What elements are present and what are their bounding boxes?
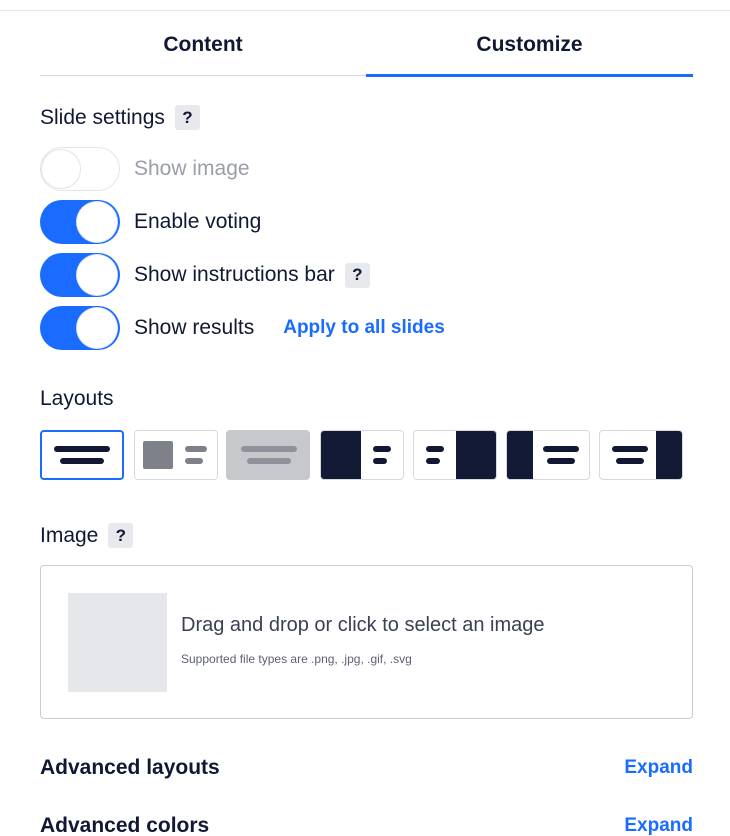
layout-line-icon: [373, 446, 391, 452]
tab-bar: Content Customize: [40, 14, 693, 78]
layout-line-icon: [54, 446, 110, 452]
show-image-toggle[interactable]: [40, 147, 120, 191]
enable-voting-label: Enable voting: [134, 210, 262, 233]
tab-customize[interactable]: Customize: [366, 14, 693, 76]
advanced-colors-label: Advanced colors: [40, 814, 210, 836]
layouts-heading: Layouts: [40, 387, 114, 411]
slide-settings-title: Slide settings: [40, 105, 165, 129]
show-results-row: Show results Apply to all slides: [40, 306, 445, 350]
layout-image-icon: [507, 431, 533, 479]
layout-line-icon: [616, 458, 644, 464]
show-image-row: Show image: [40, 147, 250, 191]
layout-text-only[interactable]: [40, 430, 124, 480]
layout-line-icon: [547, 458, 575, 464]
toggle-knob: [41, 149, 81, 189]
advanced-colors-expand-link[interactable]: Expand: [624, 815, 693, 836]
tab-content[interactable]: Content: [40, 14, 366, 76]
enable-voting-row: Enable voting: [40, 200, 262, 244]
apply-to-all-slides-link[interactable]: Apply to all slides: [283, 317, 445, 339]
layout-line-icon: [241, 446, 297, 452]
advanced-layouts-expand-link[interactable]: Expand: [624, 757, 693, 779]
layout-line-icon: [247, 458, 291, 464]
layout-image-left-small[interactable]: [134, 430, 218, 480]
show-instructions-bar-row: Show instructions bar ?: [40, 253, 370, 297]
layout-line-icon: [543, 446, 579, 452]
show-results-toggle[interactable]: [40, 306, 120, 350]
layout-image-right-half[interactable]: [599, 430, 683, 480]
image-heading: Image ?: [40, 523, 134, 548]
image-title: Image: [40, 523, 99, 547]
image-help-icon[interactable]: ?: [108, 523, 134, 548]
toggle-knob: [77, 202, 117, 242]
advanced-layouts-row: Advanced layouts Expand: [40, 753, 693, 783]
layout-image-icon: [656, 431, 682, 479]
dropzone-file-types: Supported file types are .png, .jpg, .gi…: [181, 652, 412, 666]
layout-image-right-large[interactable]: [413, 430, 497, 480]
advanced-layouts-label: Advanced layouts: [40, 756, 220, 779]
layout-image-background[interactable]: [226, 430, 310, 480]
show-image-label: Show image: [134, 157, 250, 180]
top-divider: [0, 10, 730, 11]
dropzone-instruction: Drag and drop or click to select an imag…: [181, 614, 545, 636]
image-placeholder: [68, 593, 167, 692]
toggle-knob: [77, 255, 117, 295]
layouts-title: Layouts: [40, 387, 114, 410]
enable-voting-toggle[interactable]: [40, 200, 120, 244]
layout-line-icon: [185, 458, 203, 464]
layout-line-icon: [612, 446, 648, 452]
layout-image-icon: [321, 431, 361, 479]
layout-line-icon: [185, 446, 207, 452]
active-tab-indicator: [366, 74, 693, 77]
show-instructions-bar-toggle[interactable]: [40, 253, 120, 297]
layout-image-left-large[interactable]: [320, 430, 404, 480]
layout-image-icon: [143, 441, 173, 469]
toggle-knob: [77, 308, 117, 348]
layout-image-icon: [456, 431, 496, 479]
advanced-colors-row: Advanced colors Expand: [40, 811, 693, 836]
slide-settings-help-icon[interactable]: ?: [174, 105, 200, 130]
show-instructions-bar-label: Show instructions bar: [134, 263, 335, 286]
layout-line-icon: [426, 458, 440, 464]
image-dropzone[interactable]: Drag and drop or click to select an imag…: [40, 565, 693, 719]
slide-settings-heading: Slide settings ?: [40, 105, 200, 130]
instructions-bar-help-icon[interactable]: ?: [344, 262, 370, 288]
layout-picker: [40, 430, 690, 480]
layout-line-icon: [60, 458, 104, 464]
layout-image-left-half[interactable]: [506, 430, 590, 480]
layout-line-icon: [426, 446, 444, 452]
layout-line-icon: [373, 458, 387, 464]
show-results-label: Show results: [134, 316, 255, 339]
